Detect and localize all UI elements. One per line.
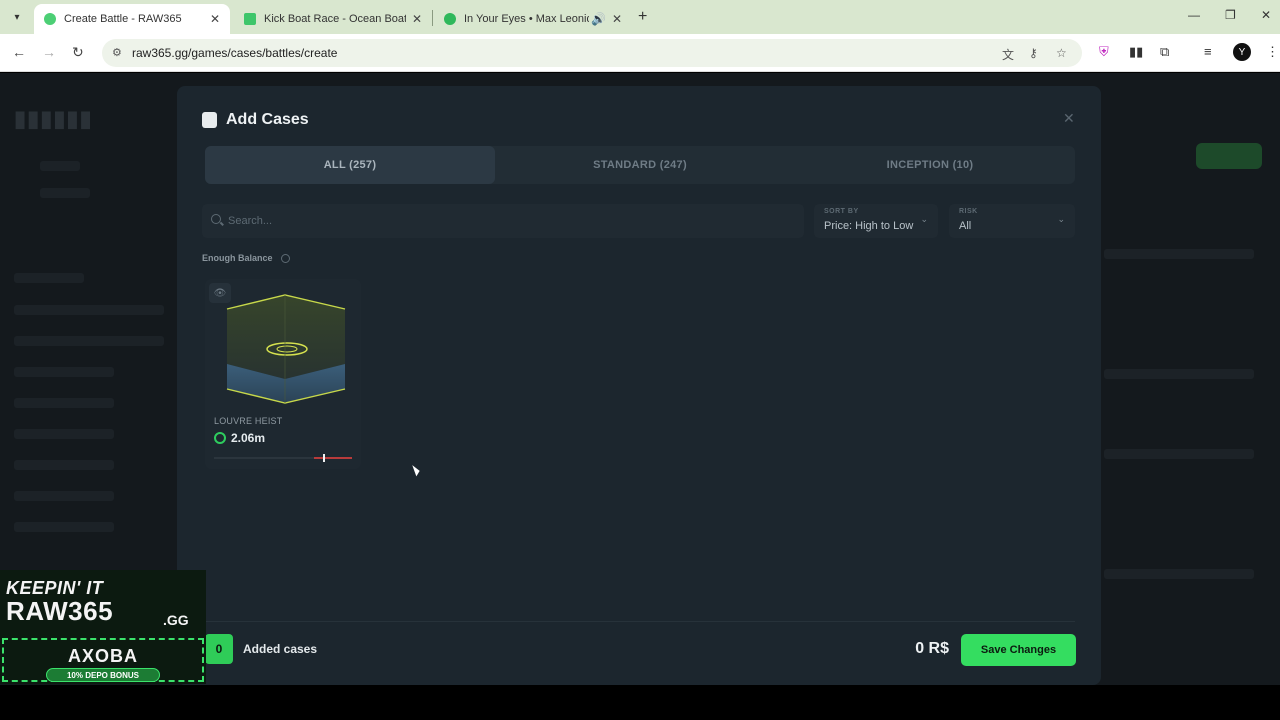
sort-by-value: Price: High to Low xyxy=(824,220,914,232)
sidebar-row-dimmed xyxy=(14,367,114,377)
menu-kebab-icon[interactable]: ⋮ xyxy=(1266,44,1279,60)
case-price: 2.06m xyxy=(214,431,265,445)
tab-search-chevron-icon[interactable]: ▾ xyxy=(8,8,26,26)
sidebar-row-dimmed xyxy=(14,336,164,346)
speaker-icon[interactable]: 🔊 xyxy=(591,12,606,26)
case-box-icon xyxy=(202,112,217,128)
added-cases-label: Added cases xyxy=(243,642,318,656)
promo-line2: RAW365 xyxy=(6,596,114,626)
forward-icon[interactable]: → xyxy=(42,44,56,60)
enough-balance-filter[interactable]: Enough Balance xyxy=(202,253,290,263)
chevron-down-icon: ⌄ xyxy=(1057,214,1065,224)
media-control-icon[interactable]: ≡ xyxy=(1204,44,1212,59)
case-box-image xyxy=(226,294,346,404)
nav-item-dimmed xyxy=(40,161,80,171)
search-placeholder: Search... xyxy=(228,215,273,227)
tab-create-battle[interactable]: Create Battle - RAW365 ✕ xyxy=(34,4,230,34)
minimize-icon[interactable]: — xyxy=(1188,8,1200,22)
tab-title: Create Battle - RAW365 xyxy=(64,13,182,25)
tab-all[interactable]: ALL (257) xyxy=(205,146,495,184)
translate-icon[interactable]: 文 xyxy=(1002,46,1014,63)
reload-icon[interactable]: ↻ xyxy=(72,44,84,61)
footer-divider xyxy=(205,621,1075,622)
risk-bar-fill xyxy=(314,457,352,459)
spotify-favicon-icon xyxy=(444,13,456,25)
close-tab-icon[interactable]: ✕ xyxy=(412,12,422,26)
sidebar-row-dimmed xyxy=(14,522,114,532)
risk-label: RISK xyxy=(959,208,978,215)
nav-item-dimmed xyxy=(40,188,90,198)
tab-title: In Your Eyes • Max Leonidas xyxy=(464,13,589,25)
chat-row-dimmed xyxy=(1104,249,1254,259)
chat-row-dimmed xyxy=(1104,449,1254,459)
tab-kick-boat-race[interactable]: Kick Boat Race - Ocean Boat Sh ✕ xyxy=(234,4,432,34)
sidebar-row-dimmed xyxy=(14,398,114,408)
case-name: LOUVRE HEIST xyxy=(214,416,283,426)
sort-by-label: SORT BY xyxy=(824,208,859,215)
close-modal-icon[interactable]: ✕ xyxy=(1063,110,1075,127)
sidebar-row-dimmed xyxy=(14,429,114,439)
case-card[interactable]: 👁 LOUVRE HEIST 2.06m xyxy=(205,279,361,469)
modal-title: Add Cases xyxy=(226,111,309,128)
promo-tld: .GG xyxy=(163,612,189,628)
bookmark-star-icon[interactable]: ☆ xyxy=(1056,46,1067,60)
close-tab-icon[interactable]: ✕ xyxy=(210,12,220,26)
promo-bonus: 10% DEPO BONUS xyxy=(46,668,160,682)
tab-title: Kick Boat Race - Ocean Boat Sh xyxy=(264,13,406,25)
promo-code-box: AXOBA 10% DEPO BONUS xyxy=(2,638,204,682)
add-cases-modal: Add Cases ✕ ALL (257) STANDARD (247) INC… xyxy=(177,86,1101,685)
deposit-button-dimmed xyxy=(1196,143,1262,169)
total-value: 0 R$ xyxy=(915,640,949,657)
promo-banner: KEEPIN' IT RAW365 .GG AXOBA 10% DEPO BON… xyxy=(0,570,206,684)
ublock-extension-icon[interactable]: ⛨ xyxy=(1099,44,1109,60)
kick-favicon-icon xyxy=(244,13,256,25)
browser-tab-bar: ▾ Create Battle - RAW365 ✕ Kick Boat Rac… xyxy=(0,0,1280,34)
close-tab-icon[interactable]: ✕ xyxy=(612,12,622,26)
risk-indicator xyxy=(323,454,325,462)
url-text: raw365.gg/games/cases/battles/create xyxy=(132,46,338,60)
section-heading-dimmed xyxy=(14,273,84,283)
new-tab-plus-icon[interactable]: + xyxy=(638,8,647,26)
case-category-tabs: ALL (257) STANDARD (247) INCEPTION (10) xyxy=(205,146,1075,184)
tab-inception[interactable]: INCEPTION (10) xyxy=(785,146,1075,184)
search-icon xyxy=(211,214,221,224)
tab-in-your-eyes[interactable]: In Your Eyes • Max Leonidas 🔊 ✕ xyxy=(434,4,632,34)
site-info-icon[interactable]: ⚙ xyxy=(112,46,122,59)
extensions-puzzle-icon[interactable]: ⧉ xyxy=(1160,44,1169,60)
sort-by-dropdown[interactable]: SORT BY Price: High to Low ⌄ xyxy=(814,204,938,238)
browser-toolbar: ← → ↻ ⚙ raw365.gg/games/cases/battles/cr… xyxy=(0,34,1280,72)
password-key-icon[interactable]: ⚷ xyxy=(1029,46,1038,60)
risk-value: All xyxy=(959,220,972,232)
enough-balance-label: Enough Balance xyxy=(202,253,273,263)
bottom-bar xyxy=(0,685,1280,720)
address-bar[interactable]: ⚙ raw365.gg/games/cases/battles/create 文… xyxy=(102,39,1082,67)
risk-dropdown[interactable]: RISK All ⌄ xyxy=(949,204,1075,238)
site-logo-dimmed: ▮▮▮▮▮▮ xyxy=(14,106,93,131)
window-close-icon[interactable]: ✕ xyxy=(1261,8,1271,22)
profile-avatar-icon[interactable]: Y xyxy=(1233,43,1251,61)
search-input[interactable]: Search... xyxy=(202,204,804,238)
added-count-badge: 0 xyxy=(205,634,233,664)
raw365-favicon-icon xyxy=(44,13,56,25)
tab-standard[interactable]: STANDARD (247) xyxy=(495,146,785,184)
back-icon[interactable]: ← xyxy=(12,44,26,60)
save-changes-button[interactable]: Save Changes xyxy=(961,634,1076,666)
chat-row-dimmed xyxy=(1104,369,1254,379)
risk-bar xyxy=(214,454,352,462)
chat-row-dimmed xyxy=(1104,569,1254,579)
chevron-down-icon: ⌄ xyxy=(920,214,928,224)
sidebar-row-dimmed xyxy=(14,460,114,470)
case-price-value: 2.06m xyxy=(231,431,266,445)
sidebar-row-dimmed xyxy=(14,491,114,501)
sidebar-row-dimmed xyxy=(14,305,164,315)
restore-icon[interactable]: ❐ xyxy=(1225,8,1236,22)
coin-icon xyxy=(214,432,226,444)
tab-separator xyxy=(432,10,433,26)
enough-balance-toggle[interactable] xyxy=(280,253,290,263)
promo-code: AXOBA xyxy=(67,646,138,666)
audio-extension-icon[interactable]: ▮▮ xyxy=(1129,44,1143,60)
